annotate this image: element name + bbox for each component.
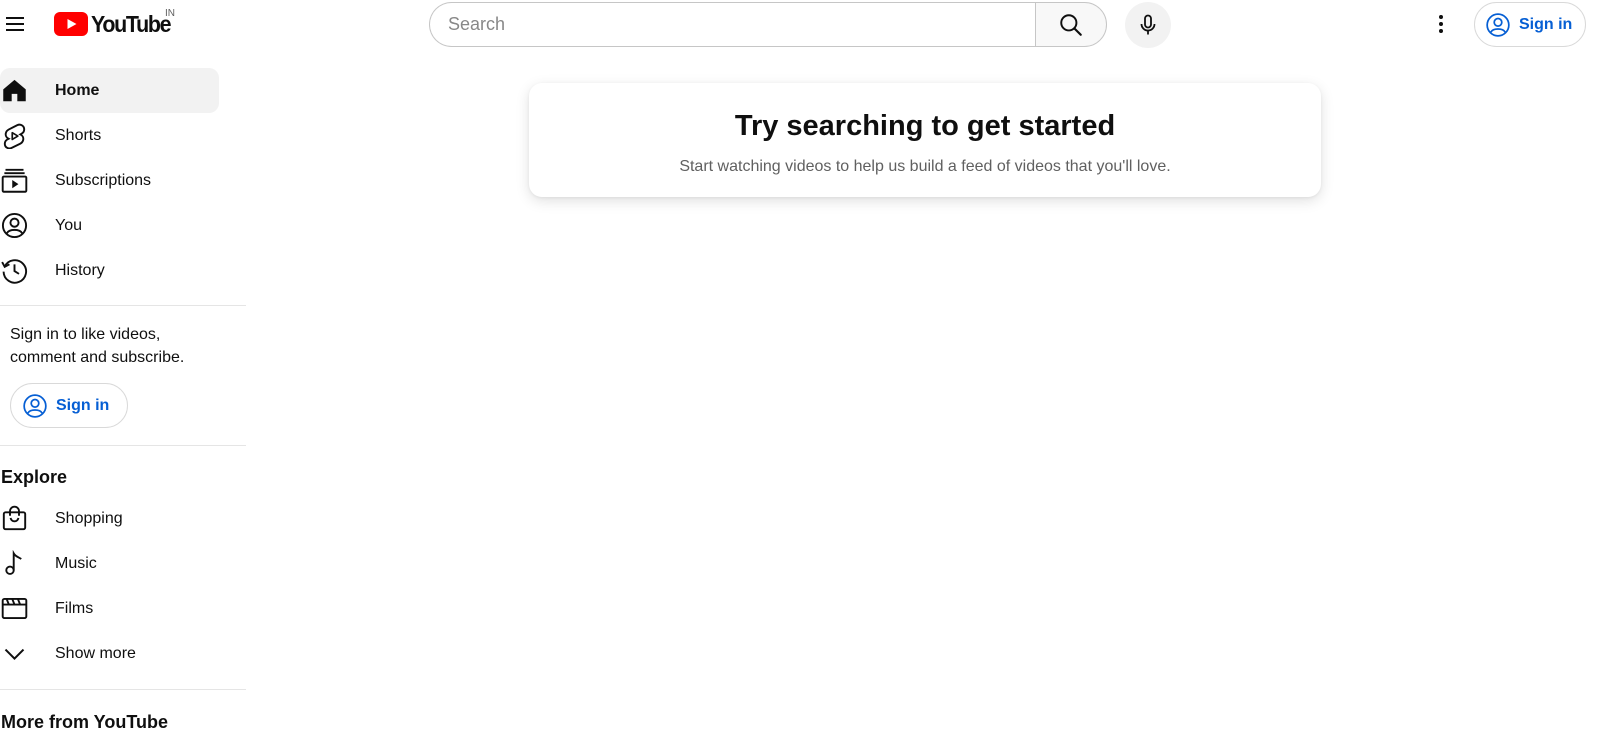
empty-feed-subtitle: Start watching videos to help us build a… xyxy=(679,158,1171,175)
empty-feed-title: Try searching to get started xyxy=(734,110,1116,142)
chevron-down-icon xyxy=(4,648,25,660)
account-circle-icon xyxy=(1486,12,1510,37)
youtube-app: YouTube IN Search Sign in Home Shorts Su… xyxy=(0,0,1600,729)
sidebar-sign-in-button[interactable]: Sign in xyxy=(10,383,129,428)
logo-wordmark: YouTube xyxy=(91,10,172,37)
sidebar-item-label: Subscriptions xyxy=(55,171,152,189)
history-icon xyxy=(1,259,28,284)
search-icon xyxy=(1060,13,1082,36)
country-code: IN xyxy=(165,8,175,19)
voice-search-button[interactable] xyxy=(1125,2,1171,48)
films-icon xyxy=(1,597,28,620)
sidebar-item-label: Home xyxy=(55,81,100,99)
subscriptions-icon xyxy=(1,168,28,193)
music-note-icon xyxy=(5,550,22,575)
sign-in-promo-text: Sign in to like videos, comment and subs… xyxy=(10,326,185,366)
account-circle-icon xyxy=(23,393,47,418)
settings-more-button[interactable] xyxy=(1424,4,1458,44)
sign-in-promo: Sign in to like videos, comment and subs… xyxy=(0,306,246,445)
sidebar-item-label: Shopping xyxy=(55,509,123,527)
you-icon xyxy=(1,212,28,239)
empty-feed-card: Try searching to get started Start watch… xyxy=(529,83,1321,197)
sidebar-item-history[interactable]: History xyxy=(0,248,219,293)
more-vertical-icon xyxy=(1439,15,1443,33)
youtube-logo[interactable]: YouTube xyxy=(54,9,176,39)
sidebar-item-subscriptions[interactable]: Subscriptions xyxy=(0,158,219,203)
sidebar-item-shorts[interactable]: Shorts xyxy=(0,113,219,158)
shopping-bag-icon xyxy=(2,505,27,531)
sidebar-item-home[interactable]: Home xyxy=(0,68,219,113)
sidebar-item-label: You xyxy=(55,216,82,234)
sidebar-item-music[interactable]: Music xyxy=(0,541,219,586)
search-input[interactable] xyxy=(448,3,1036,46)
header-sign-in-button[interactable]: Sign in xyxy=(1474,2,1586,47)
hamburger-menu-icon xyxy=(6,17,24,31)
search-box xyxy=(429,2,1036,47)
sidebar-item-label: Shorts xyxy=(55,126,102,144)
sidebar-item-label: Show more xyxy=(55,644,136,662)
sidebar-item-shopping[interactable]: Shopping xyxy=(0,496,219,541)
explore-section: Explore Shopping Music Films Show more xyxy=(0,446,246,676)
sidebar-item-show-more[interactable]: Show more xyxy=(0,631,219,676)
sidebar-item-label: Music xyxy=(55,554,97,572)
search-button[interactable] xyxy=(1035,2,1107,47)
primary-nav: Home Shorts Subscriptions You History xyxy=(0,68,246,293)
more-from-youtube-heading: More from YouTube xyxy=(1,712,169,729)
shorts-icon xyxy=(3,123,26,149)
sidebar-item-label: History xyxy=(55,261,105,279)
sidebar-item-films[interactable]: Films xyxy=(0,586,219,631)
sidebar-item-you[interactable]: You xyxy=(0,203,219,248)
guide-menu-button[interactable] xyxy=(0,4,30,44)
sidebar-item-label: Films xyxy=(55,599,94,617)
microphone-icon xyxy=(1140,14,1156,35)
youtube-play-logo-icon xyxy=(54,12,88,36)
home-icon xyxy=(3,79,26,102)
sidebar-sign-in-label: Sign in xyxy=(56,396,110,414)
masthead: YouTube IN Search Sign in xyxy=(0,0,1600,50)
explore-heading: Explore xyxy=(1,467,68,487)
guide-sidebar: Home Shorts Subscriptions You History Si… xyxy=(0,68,246,729)
header-sign-in-label: Sign in xyxy=(1519,15,1573,33)
